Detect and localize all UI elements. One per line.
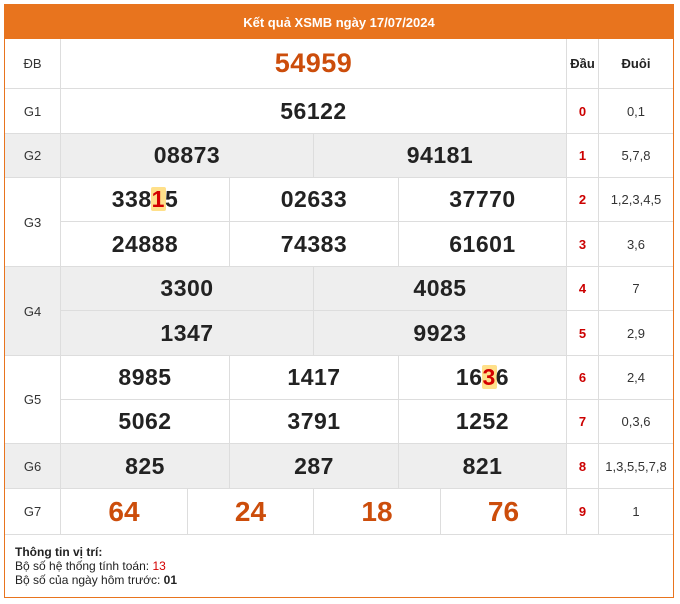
label-g7: G7 (5, 489, 61, 535)
loto-dau-6: 6 (567, 356, 599, 400)
prize-g4-number: 1347 (61, 311, 314, 356)
loto-dau-5: 5 (567, 311, 599, 356)
highlight-digit: 1 (151, 186, 165, 212)
label-g5: G5 (5, 356, 61, 444)
label-g1: G1 (5, 89, 61, 134)
prize-g4-number: 4085 (314, 267, 567, 311)
position-info: Thông tin vị trí: Bộ số hệ thống tính to… (15, 545, 177, 587)
loto-duoi-4: 7 (599, 267, 673, 311)
prize-g7-number: 18 (314, 489, 441, 535)
loto-duoi-7: 0,3,6 (599, 400, 673, 444)
loto-duoi-3: 3,6 (599, 222, 673, 267)
prize-g3-number: 74383 (230, 222, 399, 267)
prize-g7-number: 76 (441, 489, 567, 535)
prize-g6-number: 821 (399, 444, 567, 489)
prize-g1-number: 56122 (61, 89, 567, 134)
loto-duoi-8: 1,3,5,5,7,8 (599, 444, 673, 489)
loto-duoi-9: 1 (599, 489, 673, 535)
loto-dau-0: 0 (567, 89, 599, 134)
number-part: 338 (111, 186, 152, 212)
prize-g4-number: 9923 (314, 311, 567, 356)
prize-g5-number: 3791 (230, 400, 399, 444)
loto-dau-3: 3 (567, 222, 599, 267)
number-part: 6 (495, 364, 510, 390)
highlight-digit: 3 (482, 364, 496, 390)
prize-g7-number: 24 (188, 489, 314, 535)
loto-duoi-2: 1,2,3,4,5 (599, 178, 673, 222)
number-part: 16 (455, 364, 483, 390)
highlighted-number: 1636 (456, 364, 509, 391)
prize-g2-number: 94181 (314, 134, 567, 178)
prize-g3-number: 02633 (230, 178, 399, 222)
label-g2: G2 (5, 134, 61, 178)
number-part: 5 (164, 186, 179, 212)
prize-g3-number: 61601 (399, 222, 567, 267)
loto-dau-4: 4 (567, 267, 599, 311)
prize-g5-number: 1252 (399, 400, 567, 444)
prize-g5-number: 5062 (61, 400, 230, 444)
info-line1-value: 13 (152, 559, 166, 573)
info-line2-label: Bộ số của ngày hôm trước: (15, 573, 164, 587)
prize-g6-number: 287 (230, 444, 399, 489)
loto-dau-1: 1 (567, 134, 599, 178)
prize-g5-number: 1636 (399, 356, 567, 400)
loto-dau-9: 9 (567, 489, 599, 535)
loto-duoi-0: 0,1 (599, 89, 673, 134)
loto-duoi-6: 2,4 (599, 356, 673, 400)
prize-g3-number: 24888 (61, 222, 230, 267)
prize-g7-number: 64 (61, 489, 188, 535)
prize-g3-number: 33815 (61, 178, 230, 222)
prize-g3-number: 37770 (399, 178, 567, 222)
loto-duoi-1: 5,7,8 (599, 134, 673, 178)
table-title: Kết quả XSMB ngày 17/07/2024 (5, 5, 673, 39)
label-g3: G3 (5, 178, 61, 267)
loto-dau-7: 7 (567, 400, 599, 444)
label-g4: G4 (5, 267, 61, 356)
loto-dau-2: 2 (567, 178, 599, 222)
prize-db-number: 54959 (61, 39, 567, 89)
info-line2-value: 01 (163, 573, 177, 587)
info-heading: Thông tin vị trí: (15, 545, 103, 559)
header-dau: Đầu (567, 39, 599, 89)
info-line1-label: Bộ số hệ thống tính toán: (15, 559, 153, 573)
results-table: Kết quả XSMB ngày 17/07/2024 ĐB 54959 Đầ… (4, 4, 674, 598)
label-db: ĐB (5, 39, 61, 89)
prize-g6-number: 825 (61, 444, 230, 489)
highlighted-number: 33815 (112, 186, 178, 213)
prize-g4-number: 3300 (61, 267, 314, 311)
prize-g5-number: 8985 (61, 356, 230, 400)
loto-duoi-5: 2,9 (599, 311, 673, 356)
prize-g5-number: 1417 (230, 356, 399, 400)
prize-g2-number: 08873 (61, 134, 314, 178)
header-duoi: Đuôi (599, 39, 673, 89)
loto-dau-8: 8 (567, 444, 599, 489)
label-g6: G6 (5, 444, 61, 489)
